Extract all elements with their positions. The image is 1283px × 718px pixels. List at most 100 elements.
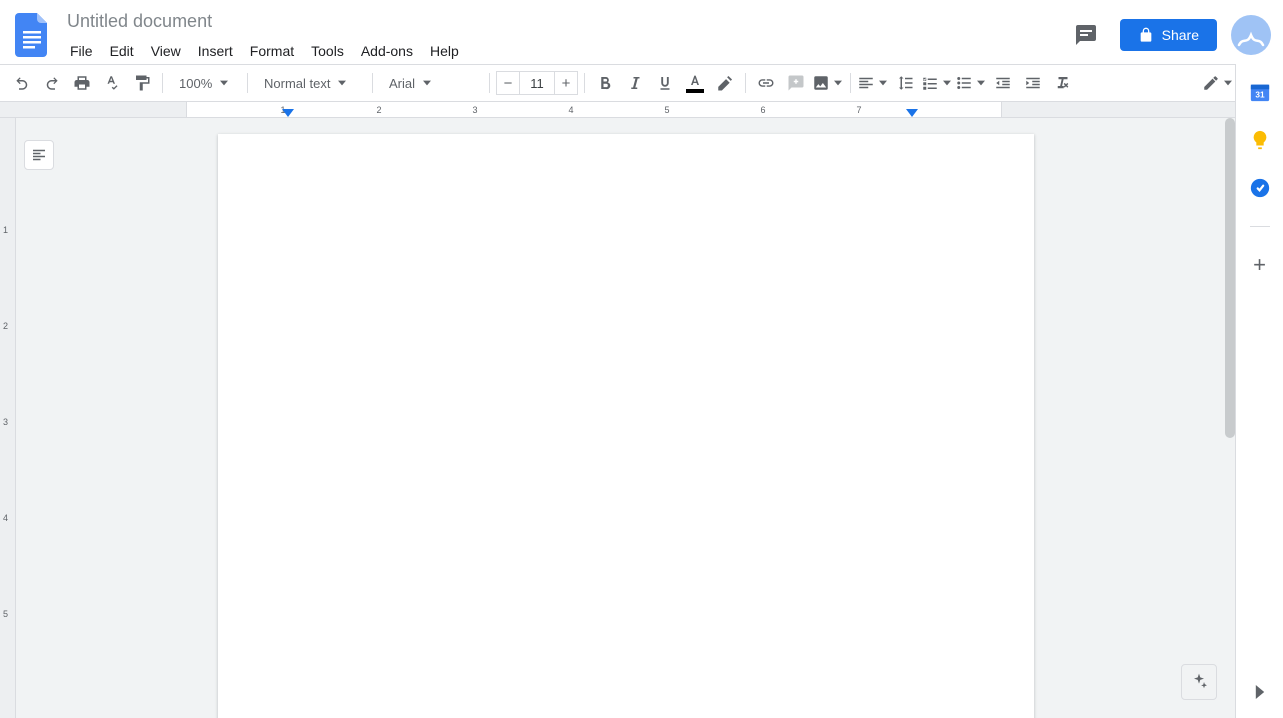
share-button[interactable]: Share xyxy=(1120,19,1217,51)
spellcheck-button[interactable] xyxy=(98,69,126,97)
toolbar-separator xyxy=(745,73,746,93)
menu-insert[interactable]: Insert xyxy=(190,39,241,63)
ruler-tick: 5 xyxy=(664,105,669,115)
font-family-select[interactable]: Arial xyxy=(379,70,483,96)
vertical-ruler[interactable]: 1 2 3 4 5 xyxy=(0,118,16,718)
text-color-a-icon xyxy=(687,74,703,88)
ruler-tick: 2 xyxy=(376,105,381,115)
menu-addons[interactable]: Add-ons xyxy=(353,39,421,63)
font-size-input[interactable] xyxy=(520,71,554,95)
ruler-tick: 4 xyxy=(3,513,8,523)
toolbar-separator xyxy=(850,73,851,93)
text-color-swatch xyxy=(686,89,704,93)
add-comment-button[interactable] xyxy=(782,69,810,97)
line-spacing-button[interactable] xyxy=(891,69,919,97)
bulleted-list-button[interactable] xyxy=(955,69,987,97)
chevron-right-icon xyxy=(1255,685,1265,699)
open-comments-button[interactable] xyxy=(1066,15,1106,55)
font-family-value: Arial xyxy=(389,76,415,91)
clear-formatting-button[interactable] xyxy=(1049,69,1077,97)
document-title-input[interactable]: Untitled document xyxy=(62,8,467,35)
document-canvas[interactable] xyxy=(16,118,1235,718)
increase-indent-button[interactable] xyxy=(1019,69,1047,97)
horizontal-ruler[interactable]: 1 2 3 4 5 6 7 xyxy=(0,102,1235,118)
ruler-tick: 4 xyxy=(568,105,573,115)
chevron-down-icon xyxy=(423,79,431,87)
chevron-down-icon xyxy=(220,79,228,87)
editing-mode-button[interactable] xyxy=(1202,69,1234,97)
chevron-down-icon xyxy=(1224,79,1232,87)
ruler-tick: 2 xyxy=(3,321,8,331)
toolbar-separator xyxy=(372,73,373,93)
print-button[interactable] xyxy=(68,69,96,97)
horizontal-ruler-page-area: 1 2 3 4 5 6 7 xyxy=(186,102,1002,118)
chevron-down-icon xyxy=(834,79,842,87)
chevron-down-icon xyxy=(338,79,346,87)
align-button[interactable] xyxy=(857,69,889,97)
menu-format[interactable]: Format xyxy=(242,39,302,63)
toolbar: 100% Normal text Arial − + xyxy=(0,64,1283,102)
account-avatar[interactable] xyxy=(1231,15,1271,55)
chevron-down-icon xyxy=(943,79,951,87)
ruler-tick: 3 xyxy=(3,417,8,427)
header-right: Share xyxy=(1066,15,1271,55)
get-addons-button[interactable]: + xyxy=(1246,251,1274,279)
chevron-down-icon xyxy=(977,79,985,87)
insert-link-button[interactable] xyxy=(752,69,780,97)
toolbar-separator xyxy=(247,73,248,93)
checklist-button[interactable] xyxy=(921,69,953,97)
tasks-addon-icon[interactable] xyxy=(1246,174,1274,202)
zoom-select[interactable]: 100% xyxy=(169,70,241,96)
font-size-increase-button[interactable]: + xyxy=(554,71,578,95)
ruler-tick: 3 xyxy=(472,105,477,115)
zoom-value: 100% xyxy=(179,76,212,91)
side-panel: 31 + xyxy=(1235,64,1283,718)
text-color-button[interactable] xyxy=(681,69,709,97)
redo-button[interactable] xyxy=(38,69,66,97)
ruler-tick: 5 xyxy=(3,609,8,619)
toolbar-separator xyxy=(162,73,163,93)
vertical-scrollbar-thumb[interactable] xyxy=(1225,118,1235,438)
outline-icon xyxy=(30,146,48,164)
menu-tools[interactable]: Tools xyxy=(303,39,352,63)
docs-home-icon[interactable] xyxy=(12,10,52,60)
lock-icon xyxy=(1138,27,1154,43)
chevron-down-icon xyxy=(879,79,887,87)
side-panel-divider xyxy=(1250,226,1270,227)
font-size-decrease-button[interactable]: − xyxy=(496,71,520,95)
toolbar-separator xyxy=(489,73,490,93)
decrease-indent-button[interactable] xyxy=(989,69,1017,97)
menu-bar: File Edit View Insert Format Tools Add-o… xyxy=(62,39,467,63)
header-bar: Untitled document File Edit View Insert … xyxy=(0,0,1283,64)
keep-addon-icon[interactable] xyxy=(1246,126,1274,154)
italic-button[interactable] xyxy=(621,69,649,97)
paragraph-style-value: Normal text xyxy=(264,76,330,91)
menu-edit[interactable]: Edit xyxy=(102,39,142,63)
menu-help[interactable]: Help xyxy=(422,39,467,63)
right-indent-marker[interactable] xyxy=(906,109,918,118)
paragraph-style-select[interactable]: Normal text xyxy=(254,70,366,96)
left-indent-marker[interactable] xyxy=(282,109,294,118)
toolbar-separator xyxy=(584,73,585,93)
bold-button[interactable] xyxy=(591,69,619,97)
menu-view[interactable]: View xyxy=(143,39,189,63)
document-page[interactable] xyxy=(218,134,1034,718)
document-outline-toggle[interactable] xyxy=(24,140,54,170)
underline-button[interactable] xyxy=(651,69,679,97)
explore-icon xyxy=(1189,672,1209,692)
calendar-addon-icon[interactable]: 31 xyxy=(1246,78,1274,106)
menu-file[interactable]: File xyxy=(62,39,101,63)
paint-format-button[interactable] xyxy=(128,69,156,97)
ruler-tick: 6 xyxy=(760,105,765,115)
font-size-group: − + xyxy=(496,71,578,95)
undo-button[interactable] xyxy=(8,69,36,97)
title-column: Untitled document File Edit View Insert … xyxy=(62,8,467,63)
ruler-tick: 7 xyxy=(856,105,861,115)
highlight-color-button[interactable] xyxy=(711,69,739,97)
insert-image-button[interactable] xyxy=(812,69,844,97)
ruler-tick: 1 xyxy=(3,225,8,235)
svg-text:31: 31 xyxy=(1255,91,1265,100)
side-panel-collapse-button[interactable] xyxy=(1246,678,1274,706)
share-button-label: Share xyxy=(1162,27,1199,43)
explore-button[interactable] xyxy=(1181,664,1217,700)
